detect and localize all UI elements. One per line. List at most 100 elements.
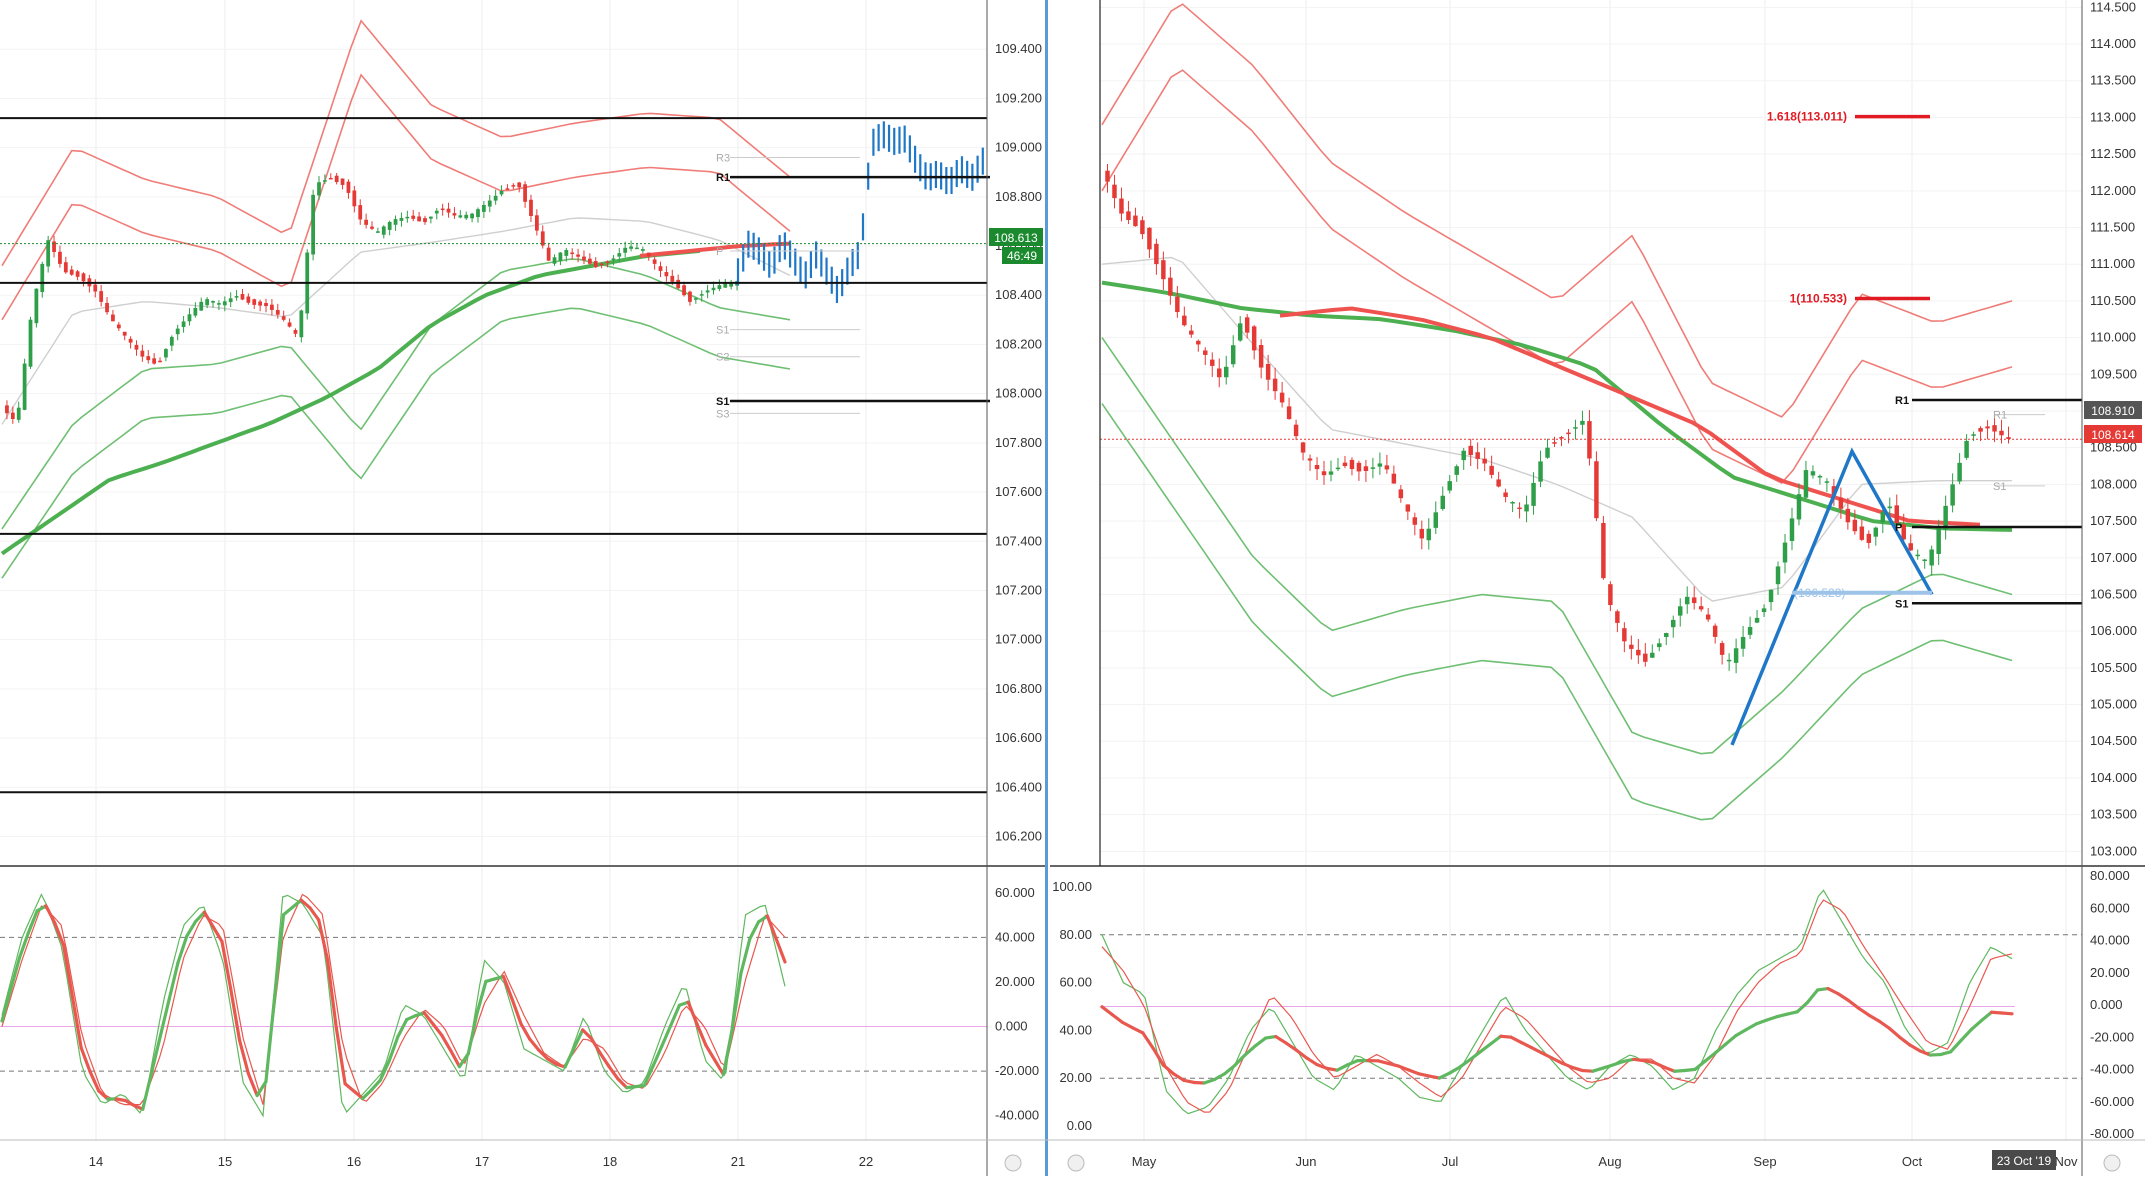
right-candle-body-41	[1392, 474, 1396, 484]
left-y-tick-14: 106.600	[995, 730, 1042, 745]
right-candle-body-82	[1678, 606, 1682, 615]
left-candle-body-35	[211, 301, 215, 303]
right-candle-body-106	[1846, 509, 1850, 522]
right-candle-body-52	[1468, 446, 1472, 455]
right-candle-body-57	[1503, 492, 1507, 496]
left-x-label-0: 14	[89, 1154, 103, 1169]
left-candle-body-70	[417, 216, 421, 221]
right-candle-body-84	[1692, 597, 1696, 603]
left-candle-body-112	[665, 272, 669, 276]
right-candle-body-44	[1413, 517, 1417, 524]
right-candle-body-40	[1385, 465, 1389, 469]
right-fib-label-1: 1(110.533)	[1790, 291, 1847, 305]
left-candle-body-17	[105, 303, 109, 312]
right-osc-right-tick-0: 80.000	[2090, 868, 2130, 883]
right-y-tick-19: 105.000	[2090, 697, 2137, 712]
left-candle-body-111	[659, 266, 663, 271]
left-candle-body-12	[76, 271, 80, 277]
left-candle-body-68	[405, 217, 409, 219]
right-candle-body-8	[1161, 260, 1165, 279]
right-candle-body-56	[1496, 479, 1500, 486]
right-osc-right-tick-3: 20.000	[2090, 965, 2130, 980]
left-candle-body-26	[158, 361, 162, 363]
left-candle-body-1	[11, 413, 15, 419]
left-candle-body-82	[488, 201, 492, 207]
left-countdown-value: 46:49	[1007, 249, 1037, 263]
left-candle-body-18	[111, 315, 115, 322]
left-candle-body-120	[712, 288, 716, 290]
right-y-tick-17: 106.000	[2090, 623, 2137, 638]
right-y-tick-2: 113.500	[2090, 73, 2136, 88]
left-candle-body-99	[588, 259, 592, 264]
right-candle-body-99	[1797, 494, 1801, 519]
left-osc-tick-2: 20.000	[995, 974, 1035, 989]
date-marker-label: 23 Oct '19	[1997, 1154, 2052, 1168]
right-candle-body-14	[1203, 350, 1207, 354]
right-y-tick-13: 108.000	[2090, 476, 2137, 491]
zoom-icon[interactable]	[1068, 1155, 1084, 1171]
right-candle-body-9	[1168, 278, 1172, 296]
left-candle-body-108	[641, 249, 645, 251]
right-candle-body-83	[1685, 597, 1689, 604]
right-candle-body-60	[1524, 504, 1528, 511]
left-candle-body-75	[447, 209, 451, 213]
right-candle-body-28	[1301, 442, 1305, 452]
right-candle-body-23	[1266, 364, 1270, 380]
right-candle-body-122	[1957, 463, 1961, 482]
left-candle-body-67	[400, 218, 404, 221]
right-y-tick-4: 112.500	[2090, 146, 2136, 161]
auto-scale-icon[interactable]	[1005, 1155, 1021, 1171]
left-candle-body-47	[282, 316, 286, 320]
left-candle-body-44	[264, 303, 268, 306]
right-candle-body-45	[1420, 529, 1424, 539]
left-candle-body-41	[246, 296, 250, 302]
left-candle-body-21	[129, 339, 133, 343]
right-candle-body-87	[1713, 626, 1717, 637]
right-candle-body-46	[1427, 529, 1431, 540]
left-candle-body-76	[453, 213, 457, 215]
left-candle-body-6	[40, 264, 44, 292]
left-candle-body-109	[647, 253, 651, 257]
left-candle-body-119	[706, 290, 710, 292]
left-candle-body-49	[294, 330, 298, 334]
right-candle-body-94	[1762, 608, 1766, 612]
left-candle-body-52	[311, 195, 315, 255]
right-y-tick-5: 112.000	[2090, 183, 2136, 198]
left-candle-body-97	[576, 255, 580, 257]
right-candle-body-76	[1636, 650, 1640, 655]
left-candle-body-34	[205, 299, 209, 305]
right-fib-label-2: (106.523)	[1794, 586, 1845, 600]
left-candle-body-40	[241, 294, 245, 299]
left-candle-body-121	[718, 285, 722, 289]
left-candle-body-110	[653, 259, 657, 263]
left-candle-body-66	[394, 219, 398, 225]
right-candle-body-75	[1629, 645, 1633, 649]
left-candle-body-11	[70, 270, 74, 275]
right-y-tick-7: 111.000	[2090, 256, 2135, 271]
right-candle-body-124	[1971, 434, 1975, 436]
left-pivot-label-0: R1	[716, 172, 730, 184]
left-candle-body-62	[370, 227, 374, 229]
right-osc-signal-seg-88	[2002, 1013, 2012, 1014]
left-candle-body-80	[476, 209, 480, 217]
right-osc-right-tick-6: -40.000	[2090, 1062, 2134, 1077]
auto-scale-icon-right[interactable]	[2104, 1155, 2120, 1171]
right-osc-left-tick-4: 20.00	[1059, 1070, 1092, 1085]
left-candle-body-30	[182, 321, 186, 327]
right-fib-label-0: 1.618(113.011)	[1767, 110, 1847, 124]
right-candle-body-127	[1992, 425, 1996, 431]
left-candle-body-107	[635, 248, 639, 250]
left-candle-body-53	[317, 182, 321, 195]
right-osc-left-tick-1: 80.00	[1059, 927, 1092, 942]
right-candle-body-24	[1273, 379, 1277, 391]
left-y-tick-13: 106.800	[995, 681, 1042, 696]
left-candle-body-117	[694, 298, 698, 300]
left-candle-body-29	[176, 329, 180, 335]
right-candle-body-59	[1517, 508, 1521, 510]
left-faint-label-2: S1	[716, 325, 729, 337]
left-candle-body-104	[617, 253, 621, 256]
right-y-tick-0: 114.500	[2090, 0, 2136, 14]
right-current-price-value: 108.614	[2091, 428, 2135, 442]
right-osc-left-tick-0: 100.00	[1052, 879, 1092, 894]
left-candle-body-95	[564, 250, 568, 256]
